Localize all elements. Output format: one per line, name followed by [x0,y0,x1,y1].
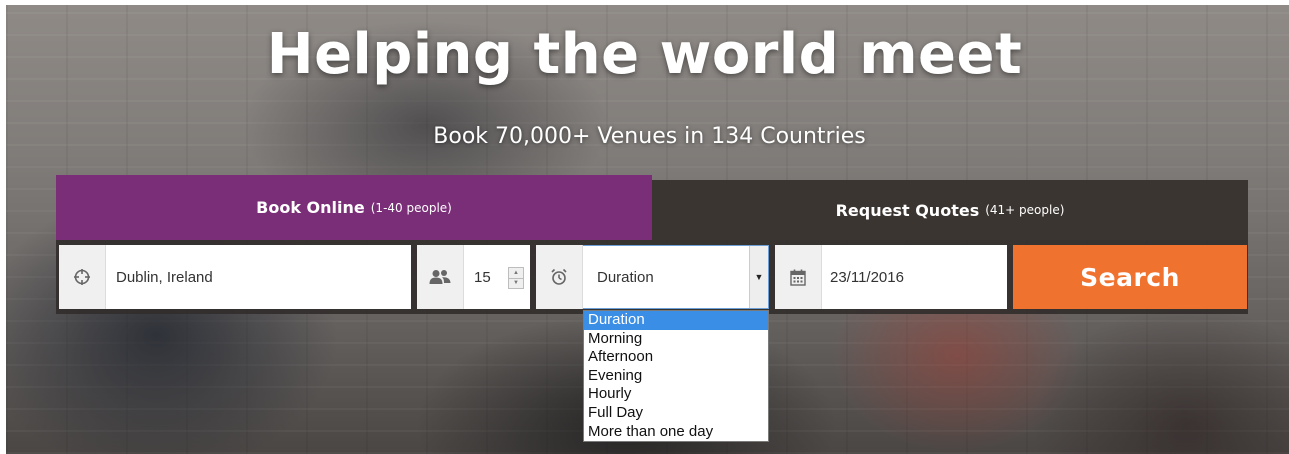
tab-request-quotes-label: Request Quotes [835,200,980,220]
dropdown-option-more-than-one-day[interactable]: More than one day [584,423,768,442]
duration-dropdown-list[interactable]: Duration Morning Afternoon Evening Hourl… [583,310,769,442]
alarm-clock-icon [536,245,583,309]
date-input-value[interactable]: 23/11/2016 [830,269,904,286]
hero-title: Helping the world meet [266,22,1023,87]
people-icon [417,245,464,309]
dropdown-option-duration[interactable]: Duration [584,311,768,330]
search-button[interactable]: Search [1013,245,1247,309]
dropdown-option-afternoon[interactable]: Afternoon [584,348,768,367]
crosshair-icon [59,245,106,309]
tab-request-quotes[interactable]: Request Quotes (41+ people) [652,180,1248,240]
tab-book-online[interactable]: Book Online (1-40 people) [56,175,652,240]
dropdown-option-morning[interactable]: Morning [584,330,768,349]
duration-select[interactable]: Duration ▼ [583,245,769,309]
dropdown-option-evening[interactable]: Evening [584,367,768,386]
people-field[interactable]: 15 ▲ ▼ [417,245,530,309]
calendar-icon [775,245,822,309]
date-field[interactable]: 23/11/2016 [775,245,1007,309]
tab-book-online-label: Book Online [256,198,365,217]
tab-book-online-note: (1-40 people) [370,200,452,215]
location-input-value[interactable]: Dublin, Ireland [116,269,213,286]
duration-field[interactable]: Duration ▼ [536,245,769,309]
people-count-input[interactable]: 15 [474,269,491,286]
duration-select-value: Duration [597,268,654,286]
dropdown-option-full-day[interactable]: Full Day [584,404,768,423]
stepper-up-icon[interactable]: ▲ [509,268,523,278]
hero-subtitle: Book 70,000+ Venues in 134 Countries [433,124,866,149]
location-field[interactable]: Dublin, Ireland [59,245,411,309]
dropdown-option-hourly[interactable]: Hourly [584,385,768,404]
tab-request-quotes-note: (41+ people) [985,203,1065,217]
chevron-down-icon[interactable]: ▼ [749,246,768,308]
people-stepper[interactable]: ▲ ▼ [508,267,524,289]
stepper-down-icon[interactable]: ▼ [509,277,523,289]
